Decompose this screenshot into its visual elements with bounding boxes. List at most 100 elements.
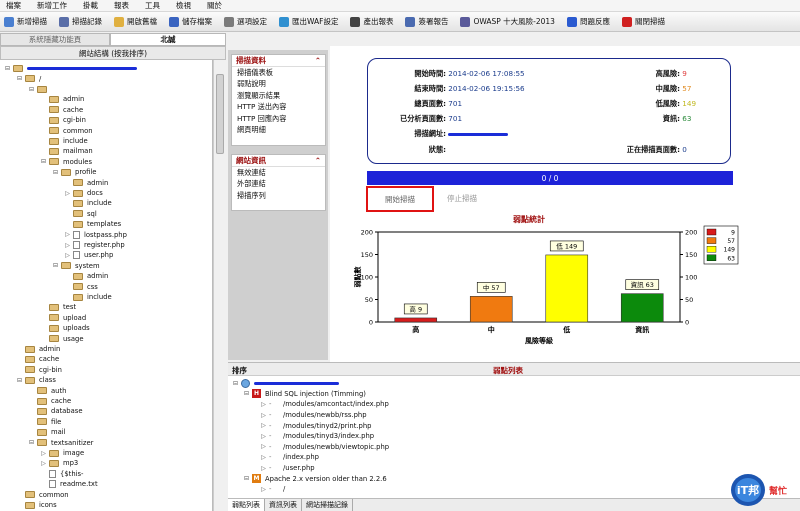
tree-node[interactable]: admin [64,177,108,188]
tree-node[interactable]: ▷ user.php [64,250,113,261]
tree-node[interactable]: cache [40,105,83,116]
vuln-page-item[interactable]: ▷ - /user.php [260,463,314,474]
tree-node[interactable]: ▷ docs [64,188,103,199]
tree-node[interactable]: sql [64,209,97,220]
menu-item-3[interactable]: 報表 [114,0,129,11]
tab-site[interactable]: 北誠 [110,33,226,46]
tree-node[interactable]: include [64,198,112,209]
tree-node[interactable]: ⊟ class [16,375,56,386]
collapse-icon[interactable]: ⊟ [16,377,23,384]
collapse-icon[interactable]: ⊟ [28,86,35,93]
nav-item[interactable]: HTTP 送出內容 [232,102,325,114]
tree-node[interactable]: admin [40,94,84,105]
vuln-root[interactable]: ⊟ [232,378,339,389]
expand-icon[interactable]: ▷ [64,252,71,259]
expand-icon[interactable]: ▷ [40,460,47,467]
toolbar-button-3[interactable]: 儲存檔案 [169,16,212,27]
toolbar-button-5[interactable]: 匯出WAF設定 [279,16,338,27]
tree-node[interactable]: ▷ register.php [64,240,125,251]
tree-node[interactable]: mailman [40,146,93,157]
tree-node[interactable]: ⊟ profile [52,167,97,178]
collapse-icon[interactable]: ⌃ [315,56,321,65]
tree-node[interactable]: ▷ image [40,448,84,459]
expand-icon[interactable]: ▷ [260,443,267,450]
nav-item[interactable]: 網頁明細 [232,125,325,137]
bottom-tab-2[interactable]: 網站掃描記錄 [302,499,353,511]
tree-node[interactable]: cgi-bin [40,115,86,126]
collapse-icon[interactable]: ⊟ [16,75,23,82]
tree-scrollbar[interactable] [213,60,226,511]
tree-node[interactable]: css [64,281,98,292]
tree-node[interactable]: templates [64,219,121,230]
scrollbar-thumb[interactable] [216,74,224,154]
toolbar-button-0[interactable]: 新增掃描 [4,16,47,27]
start-scan-button[interactable]: 開始掃描 [366,186,434,212]
toolbar-button-6[interactable]: 產出報表 [350,16,393,27]
collapse-icon[interactable]: ⊟ [232,380,239,387]
stop-scan-button[interactable]: 停止掃描 [447,193,477,204]
sort-label[interactable]: 排序 [232,365,247,376]
tree-node[interactable]: ▷ lostpass.php [64,229,127,240]
menu-item-2[interactable]: 掛載 [83,0,98,11]
tree-node[interactable]: usage [40,333,84,344]
tree-node[interactable]: file [28,417,61,428]
tree-node[interactable]: ⊟ textsanitizer [28,437,93,448]
collapse-icon[interactable]: ⊟ [243,390,250,397]
vuln-page-item[interactable]: ▷ - / [260,484,285,495]
tree-node[interactable]: auth [28,385,66,396]
tree-node[interactable]: ⊟ system [52,261,100,272]
tree-node[interactable]: test [40,302,76,313]
vuln-page-item[interactable]: ▷ - /modules/tinyd3/index.php [260,431,374,442]
site-structure-header[interactable]: 網站結構 (按我排序) [0,46,226,60]
nav-item[interactable]: HTTP 回應內容 [232,113,325,125]
bottom-tab-1[interactable]: 資訊列表 [265,499,302,511]
tree-node[interactable]: icons [16,500,57,511]
expand-icon[interactable]: ▷ [260,433,267,440]
tab-hidden-pages[interactable]: 系統隱藏功能頁 [0,33,110,46]
menu-item-1[interactable]: 新增工作 [37,0,67,11]
collapse-icon[interactable]: ⊟ [28,439,35,446]
collapse-icon[interactable]: ⊟ [52,262,59,269]
expand-icon[interactable]: ▷ [260,401,267,408]
nav-item[interactable]: 掃描儀表板 [232,67,325,79]
tree-node[interactable]: mail [28,427,66,438]
vuln-page-item[interactable]: ▷ - /modules/newbb/viewtopic.php [260,442,389,453]
vuln-item[interactable]: ⊟ H Blind SQL injection (Timming) [243,389,366,400]
menu-item-5[interactable]: 檢視 [176,0,191,11]
toolbar-button-10[interactable]: 關閉掃描 [621,16,665,27]
tree-node[interactable]: cache [28,396,71,407]
toolbar-button-7[interactable]: 簽署報告 [405,16,448,27]
collapse-icon[interactable]: ⊟ [243,475,250,482]
expand-icon[interactable]: ▷ [64,231,71,238]
tree-node[interactable]: cgi-bin [16,365,62,376]
expand-icon[interactable]: ▷ [260,412,267,419]
nav-item[interactable]: 無效連結 [232,167,325,179]
expand-icon[interactable]: ▷ [260,454,267,461]
nav-item[interactable]: 掃描序列 [232,190,325,202]
tree-node[interactable]: ⊟ [4,63,137,74]
collapse-icon[interactable]: ⊟ [52,169,59,176]
collapse-icon[interactable]: ⌃ [315,156,321,165]
collapse-icon[interactable]: ⊟ [40,158,47,165]
expand-icon[interactable]: ▷ [64,242,71,249]
tree-node[interactable]: ⊟ modules [40,157,92,168]
menu-item-6[interactable]: 關於 [207,0,222,11]
vuln-item[interactable]: ⊟ M Apache 2.x version older than 2.2.6 [243,473,387,484]
tree-node[interactable]: include [64,292,112,303]
tree-node[interactable]: uploads [40,323,90,334]
vuln-page-item[interactable]: ▷ - /index.php [260,452,319,463]
collapse-icon[interactable]: ⊟ [4,65,11,72]
tree-node[interactable]: ⊟ [28,84,51,95]
expand-icon[interactable]: ▷ [64,190,71,197]
menu-item-0[interactable]: 檔案 [6,0,21,11]
expand-icon[interactable]: ▷ [260,465,267,472]
menu-item-4[interactable]: 工具 [145,0,160,11]
bottom-tab-0[interactable]: 弱點列表 [228,499,265,511]
expand-icon[interactable]: ▷ [260,486,267,493]
toolbar-button-2[interactable]: 開啟舊檔 [114,16,157,27]
vuln-page-item[interactable]: ▷ - /modules/amcontact/index.php [260,399,389,410]
tree-node[interactable]: {$this- [40,469,84,480]
tree-node[interactable]: common [16,489,69,500]
tree-node[interactable]: readme.txt [40,479,98,490]
tree-node[interactable]: cache [16,354,59,365]
